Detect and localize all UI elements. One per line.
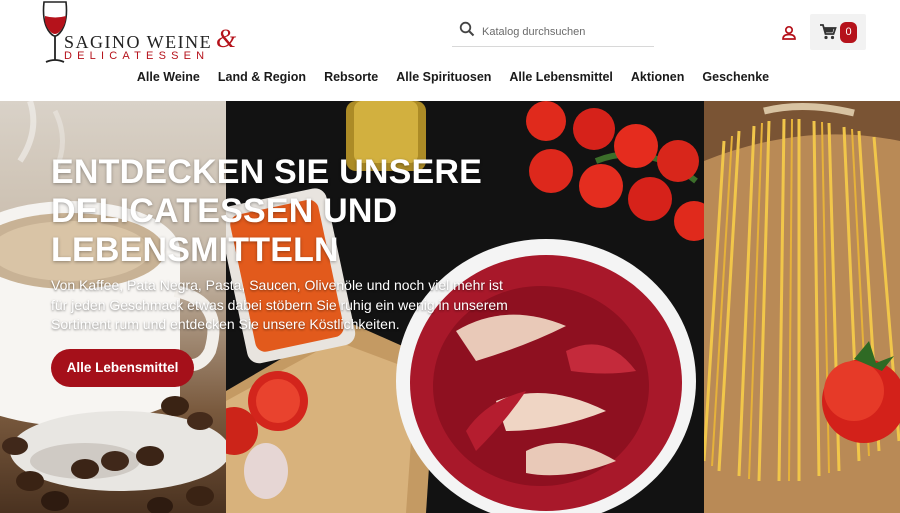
brand-ampersand: & <box>216 24 237 53</box>
alle-lebensmittel-button[interactable]: Alle Lebensmittel <box>51 349 194 387</box>
nav-item-geschenke[interactable]: Geschenke <box>702 70 769 92</box>
search-bar <box>452 18 654 47</box>
hero-banner: ENTDECKEN SIE UNSERE DELICATESSEN UND LE… <box>0 101 900 513</box>
site-header: SAGINO WEINE & DELICATESSEN 0 Alle Weine… <box>0 0 900 101</box>
account-button[interactable] <box>780 24 798 42</box>
cart-button[interactable]: 0 <box>810 14 866 50</box>
hero-title: ENTDECKEN SIE UNSERE DELICATESSEN UND LE… <box>51 153 482 269</box>
search-input[interactable] <box>482 22 650 42</box>
brand-name-line2: DELICATESSEN <box>64 50 210 62</box>
user-icon <box>782 25 796 40</box>
brand-logo[interactable]: SAGINO WEINE & DELICATESSEN <box>38 0 238 68</box>
nav-item-land-region[interactable]: Land & Region <box>218 70 306 92</box>
nav-item-alle-spirituosen[interactable]: Alle Spirituosen <box>396 70 491 92</box>
shopping-cart-icon <box>820 24 837 40</box>
nav-item-aktionen[interactable]: Aktionen <box>631 70 684 92</box>
main-navigation: Alle Weine Land & Region Rebsorte Alle S… <box>0 70 900 92</box>
nav-item-rebsorte[interactable]: Rebsorte <box>324 70 378 92</box>
hero-subtitle: Von Kaffee, Pata Negra, Pasta, Saucen, O… <box>51 277 508 332</box>
hero-text-block: ENTDECKEN SIE UNSERE DELICATESSEN UND LE… <box>51 153 531 335</box>
nav-item-alle-weine[interactable]: Alle Weine <box>137 70 200 92</box>
cart-count-badge: 0 <box>840 22 857 43</box>
search-icon[interactable] <box>459 21 475 37</box>
hero-image-pasta <box>704 101 900 513</box>
nav-item-alle-lebensmittel[interactable]: Alle Lebensmittel <box>509 70 613 92</box>
